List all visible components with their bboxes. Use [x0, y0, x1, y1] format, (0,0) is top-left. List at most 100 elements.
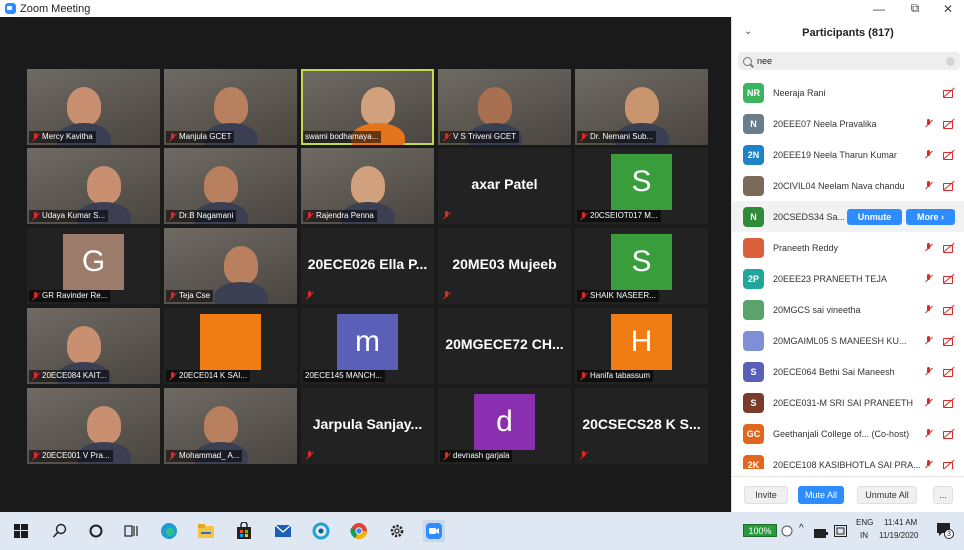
participant-row[interactable]: NR Neeraja Rani [732, 77, 964, 108]
participant-row[interactable]: 20CIVIL04 Neelam Nava chandu [732, 170, 964, 201]
language-region[interactable]: IN [860, 531, 868, 540]
participant-tile[interactable]: 20ME03 Mujeeb [438, 228, 571, 304]
participant-video-figure [204, 406, 238, 444]
participant-status-icons [924, 274, 955, 284]
participant-row[interactable]: 20MGCS sai vineetha [732, 294, 964, 325]
participant-row-name: Neeraja Rani [773, 87, 826, 98]
participant-tile[interactable]: Dr.B Nagamani [164, 148, 297, 224]
participant-tile[interactable]: 20MGECE72 CH... [438, 308, 571, 384]
participant-tile[interactable]: Jarpula Sanjay... [301, 388, 434, 464]
muted-mic-icon [31, 211, 40, 221]
video-off-icon [943, 150, 955, 160]
participant-tile[interactable]: S SHAIK NASEER... [575, 228, 708, 304]
edge-icon[interactable] [159, 521, 179, 541]
tray-network-icon[interactable] [781, 524, 793, 537]
close-button[interactable]: ✕ [930, 0, 964, 17]
muted-mic-icon [31, 291, 40, 301]
collapse-chevron-icon[interactable]: ⌄ [744, 26, 752, 37]
participant-row[interactable]: 2N 20EEE19 Neela Tharun Kumar [732, 139, 964, 170]
participant-tile[interactable]: Mohammad_ A... [164, 388, 297, 464]
participant-avatar: H [611, 314, 672, 370]
file-explorer-icon[interactable] [196, 521, 216, 541]
restore-button[interactable]: ⧉ [897, 0, 933, 17]
clock-time[interactable]: 11:41 AM [884, 518, 917, 527]
participant-video-figure [625, 87, 659, 125]
participant-tile[interactable]: Teja Cse [164, 228, 297, 304]
participant-tile[interactable]: Rajendra Penna [301, 148, 434, 224]
mute-all-button[interactable]: Mute All [798, 486, 844, 504]
participant-status-icons [924, 398, 955, 408]
participant-row[interactable]: 20MGAIML05 S MANEESH KU... [732, 325, 964, 356]
muted-mic-icon [168, 371, 177, 381]
zoom-taskbar-icon[interactable] [423, 520, 445, 542]
participant-tile[interactable]: 20ECE026 Ella P... [301, 228, 434, 304]
settings-gear-icon[interactable] [387, 521, 407, 541]
chrome-icon[interactable] [349, 521, 369, 541]
video-off-icon [943, 305, 955, 315]
zoom-level-indicator[interactable]: 100% [743, 524, 777, 537]
participant-row[interactable]: N 20CSEDS34 Sa... Unmute More › [732, 201, 964, 232]
participant-name-label: Mohammad_ A... [166, 450, 243, 462]
participant-tile[interactable]: V S Triveni GCET [438, 69, 571, 145]
participant-tile[interactable]: Dr. Nemani Sub... [575, 69, 708, 145]
participant-row-name: 20ECE064 Bethi Sai Maneesh [773, 366, 895, 377]
participant-tile[interactable]: Mercy Kavitha [27, 69, 160, 145]
participant-tile[interactable]: H Hanifa tabassum [575, 308, 708, 384]
participant-tile[interactable]: axar Patel [438, 148, 571, 224]
muted-mic-icon [442, 451, 451, 461]
participant-tile[interactable]: d devnash garjala [438, 388, 571, 464]
more-options-button[interactable]: ... [933, 486, 953, 504]
participant-row-name: 20CIVIL04 Neelam Nava chandu [773, 180, 905, 191]
muted-mic-icon [579, 291, 588, 301]
mail-icon[interactable] [273, 521, 293, 541]
participant-tile[interactable]: Manjula GCET [164, 69, 297, 145]
participant-row[interactable]: S 20ECE031-M SRI SAI PRANEETH [732, 387, 964, 418]
participant-tile[interactable]: swami bodhamaya... [301, 69, 434, 145]
participant-row[interactable]: 2P 20EEE23 PRANEETH TEJA [732, 263, 964, 294]
participant-video-figure [204, 166, 238, 204]
browser-ring-icon[interactable] [311, 521, 331, 541]
clear-search-icon[interactable] [946, 57, 955, 66]
unmute-participant-button[interactable]: Unmute [847, 208, 902, 225]
input-indicator-icon[interactable] [834, 524, 847, 542]
participant-tile[interactable]: S 20CSEIOT017 M... [575, 148, 708, 224]
participant-tile[interactable]: 20ECE084 KAIT... [27, 308, 160, 384]
notification-center-icon[interactable]: 3 [936, 521, 954, 539]
participant-row[interactable]: S 20ECE064 Bethi Sai Maneesh [732, 356, 964, 387]
participant-tile[interactable]: 20ECE014 K SAI... [164, 308, 297, 384]
more-participant-button[interactable]: More › [906, 208, 955, 225]
windows-start-icon[interactable] [11, 521, 31, 541]
participant-avatar: d [474, 394, 535, 450]
participant-display-name: 20MGECE72 CH... [445, 336, 564, 352]
participant-display-name: Jarpula Sanjay... [312, 416, 423, 432]
participant-row[interactable]: 2K 20ECE108 KASIBHOTLA SAI PRA... [732, 449, 964, 469]
invite-button[interactable]: Invite [744, 486, 788, 504]
participant-search-input[interactable]: nee [738, 52, 960, 70]
participant-name-label: 20CSEIOT017 M... [577, 210, 661, 222]
participant-row-avatar [743, 330, 764, 351]
muted-mic-icon [924, 429, 933, 438]
minimize-button[interactable]: — [861, 0, 897, 17]
muted-mic-icon [924, 181, 933, 190]
search-icon[interactable] [50, 521, 70, 541]
participant-tile[interactable]: 20CSECS28 K S... [575, 388, 708, 464]
participant-tile[interactable]: Udaya Kumar S... [27, 148, 160, 224]
show-hidden-icons-chevron[interactable]: ^ [799, 523, 804, 534]
participant-row-avatar [743, 175, 764, 196]
participant-name-text: Dr.B Nagamani [179, 211, 234, 220]
participant-tile[interactable]: 20ECE001 V Pra... [27, 388, 160, 464]
task-view-icon[interactable] [121, 521, 141, 541]
battery-icon[interactable] [814, 525, 828, 543]
participant-tile[interactable]: G GR Ravinder Re... [27, 228, 160, 304]
store-icon[interactable] [234, 521, 254, 541]
participant-status-icons [924, 305, 955, 315]
participant-tile[interactable]: m 20ECE145 MANCH... [301, 308, 434, 384]
clock-date[interactable]: 11/19/2020 [879, 531, 918, 540]
participant-row[interactable]: Praneeth Reddy [732, 232, 964, 263]
unmute-all-button[interactable]: Unmute All [857, 486, 917, 504]
participant-row[interactable]: N 20EEE07 Neela Pravalika [732, 108, 964, 139]
participant-video-figure [87, 406, 121, 444]
participant-row[interactable]: GC Geethanjali College of... (Co-host) [732, 418, 964, 449]
cortana-icon[interactable] [86, 521, 106, 541]
language-eng[interactable]: ENG [856, 518, 873, 527]
